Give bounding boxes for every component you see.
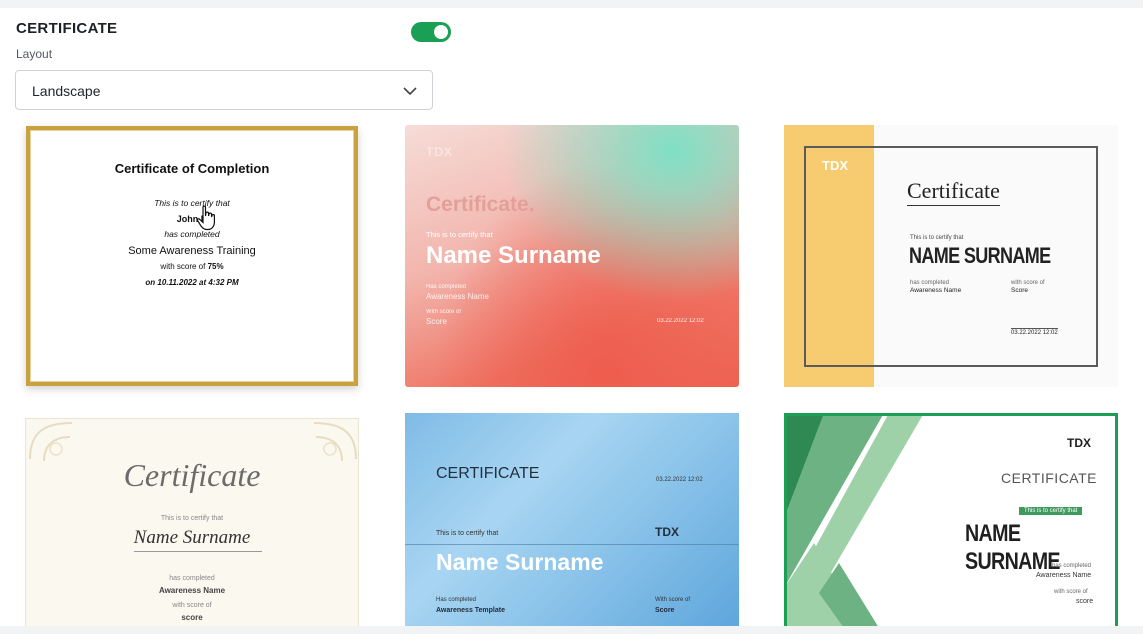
certificate-score-label: With score of xyxy=(655,597,691,603)
certificate-completed-text: Has completed xyxy=(426,284,467,290)
certificate-name: NAME SURNAME xyxy=(909,243,1051,268)
chevron-down-icon xyxy=(403,87,417,96)
certificate-title: CERTIFICATE xyxy=(1001,470,1097,486)
certificate-title: Certificate. xyxy=(426,193,535,216)
certificate-toggle[interactable] xyxy=(411,22,451,42)
section-title: CERTIFICATE xyxy=(16,20,118,37)
certificate-score: Score xyxy=(426,317,447,326)
template-card-green[interactable]: TDX CERTIFICATE This is to certify that … xyxy=(784,413,1118,628)
certificate-certify-text: This is to certify that xyxy=(436,530,499,537)
certificate-certify-text: This is to certify that xyxy=(1019,507,1083,515)
certificate-certify-text: This is to certify that xyxy=(160,515,224,522)
certificate-certify-text: This is to certify that xyxy=(426,230,493,239)
certificate-date: 03.22.2022 12:02 xyxy=(1011,328,1058,336)
certificate-title: CERTIFICATE xyxy=(436,465,540,482)
certificate-course: Awareness Name xyxy=(426,292,489,301)
certificate-course: Awareness Template xyxy=(436,607,505,614)
certificate-completed-text: has completed xyxy=(1052,563,1092,569)
layout-select[interactable]: Landscape xyxy=(15,70,433,110)
template-card-classic-gold[interactable]: Certificate of Completion This is to cer… xyxy=(26,126,358,386)
certificate-date: 03.22.2022 12:02 xyxy=(656,477,703,483)
certificate-score: Score xyxy=(1011,287,1028,294)
certificate-title: Certificate xyxy=(907,178,1000,206)
certificate-title: Certificate of Completion xyxy=(114,161,270,176)
score-value: 75% xyxy=(207,262,224,271)
certificate-name: Name Surname xyxy=(426,242,601,269)
certificate-name: John D xyxy=(176,214,208,224)
certificate-completed-text: Has completed xyxy=(436,597,477,603)
certificate-name: Name Surname xyxy=(133,527,251,548)
certificate-score-label: with score of xyxy=(1054,589,1088,595)
template-card-ornate[interactable]: Certificate This is to certify that Name… xyxy=(25,418,359,628)
certificate-certify-text: This is to certify that xyxy=(154,198,230,208)
certificate-completed-text: has completed xyxy=(910,280,950,286)
brand-logo: TDX xyxy=(426,145,453,159)
certificate-score-label: with score of xyxy=(1011,280,1045,286)
bottom-divider xyxy=(0,626,1143,634)
certificate-score: score xyxy=(1076,598,1094,605)
brand-logo: TDX xyxy=(655,525,679,539)
certificate-score-label: With score of xyxy=(426,309,462,315)
certificate-course: Awareness Name xyxy=(158,586,226,595)
certificate-completed-text: has completed xyxy=(169,575,215,582)
layout-label: Layout xyxy=(16,47,53,61)
layout-select-value: Landscape xyxy=(32,83,101,99)
name-underline xyxy=(134,551,262,552)
certificate-date: 03.22.2022 12:02 xyxy=(657,318,704,324)
divider-line xyxy=(405,544,739,545)
certificate-score: score xyxy=(181,613,203,622)
template-card-gradient[interactable]: TDX Certificate. This is to certify that… xyxy=(405,125,739,387)
certificate-title: Certificate xyxy=(123,457,261,493)
hand-cursor-icon xyxy=(196,205,215,231)
certificate-preview: Certificate of Completion This is to cer… xyxy=(30,130,354,382)
certificate-score: with score of 75% xyxy=(31,262,353,271)
score-prefix: with score of xyxy=(160,262,206,271)
top-divider xyxy=(0,0,1143,8)
template-card-yellow-band[interactable]: TDX Certificate This is to certify that … xyxy=(784,125,1118,387)
brand-logo: TDX xyxy=(1067,436,1091,450)
certificate-course: Some Awareness Training xyxy=(128,245,256,257)
certificate-course: Awareness Name xyxy=(1036,572,1092,579)
brand-logo: TDX xyxy=(822,158,848,173)
ornament-decoration xyxy=(29,422,357,462)
certificate-completed-text: has completed xyxy=(164,229,220,239)
template-card-blue[interactable]: CERTIFICATE 03.22.2022 12:02 This is to … xyxy=(405,413,739,628)
certificate-score: Score xyxy=(655,607,675,614)
certificate-certify-text: This is to certify that xyxy=(910,235,964,241)
certificate-date: on 10.11.2022 at 4:32 PM xyxy=(145,278,239,287)
toggle-knob xyxy=(434,25,448,39)
certificate-course: Awareness Name xyxy=(910,287,962,294)
certificate-name: Name Surname xyxy=(436,549,604,575)
certificate-score-label: with score of xyxy=(172,602,212,609)
